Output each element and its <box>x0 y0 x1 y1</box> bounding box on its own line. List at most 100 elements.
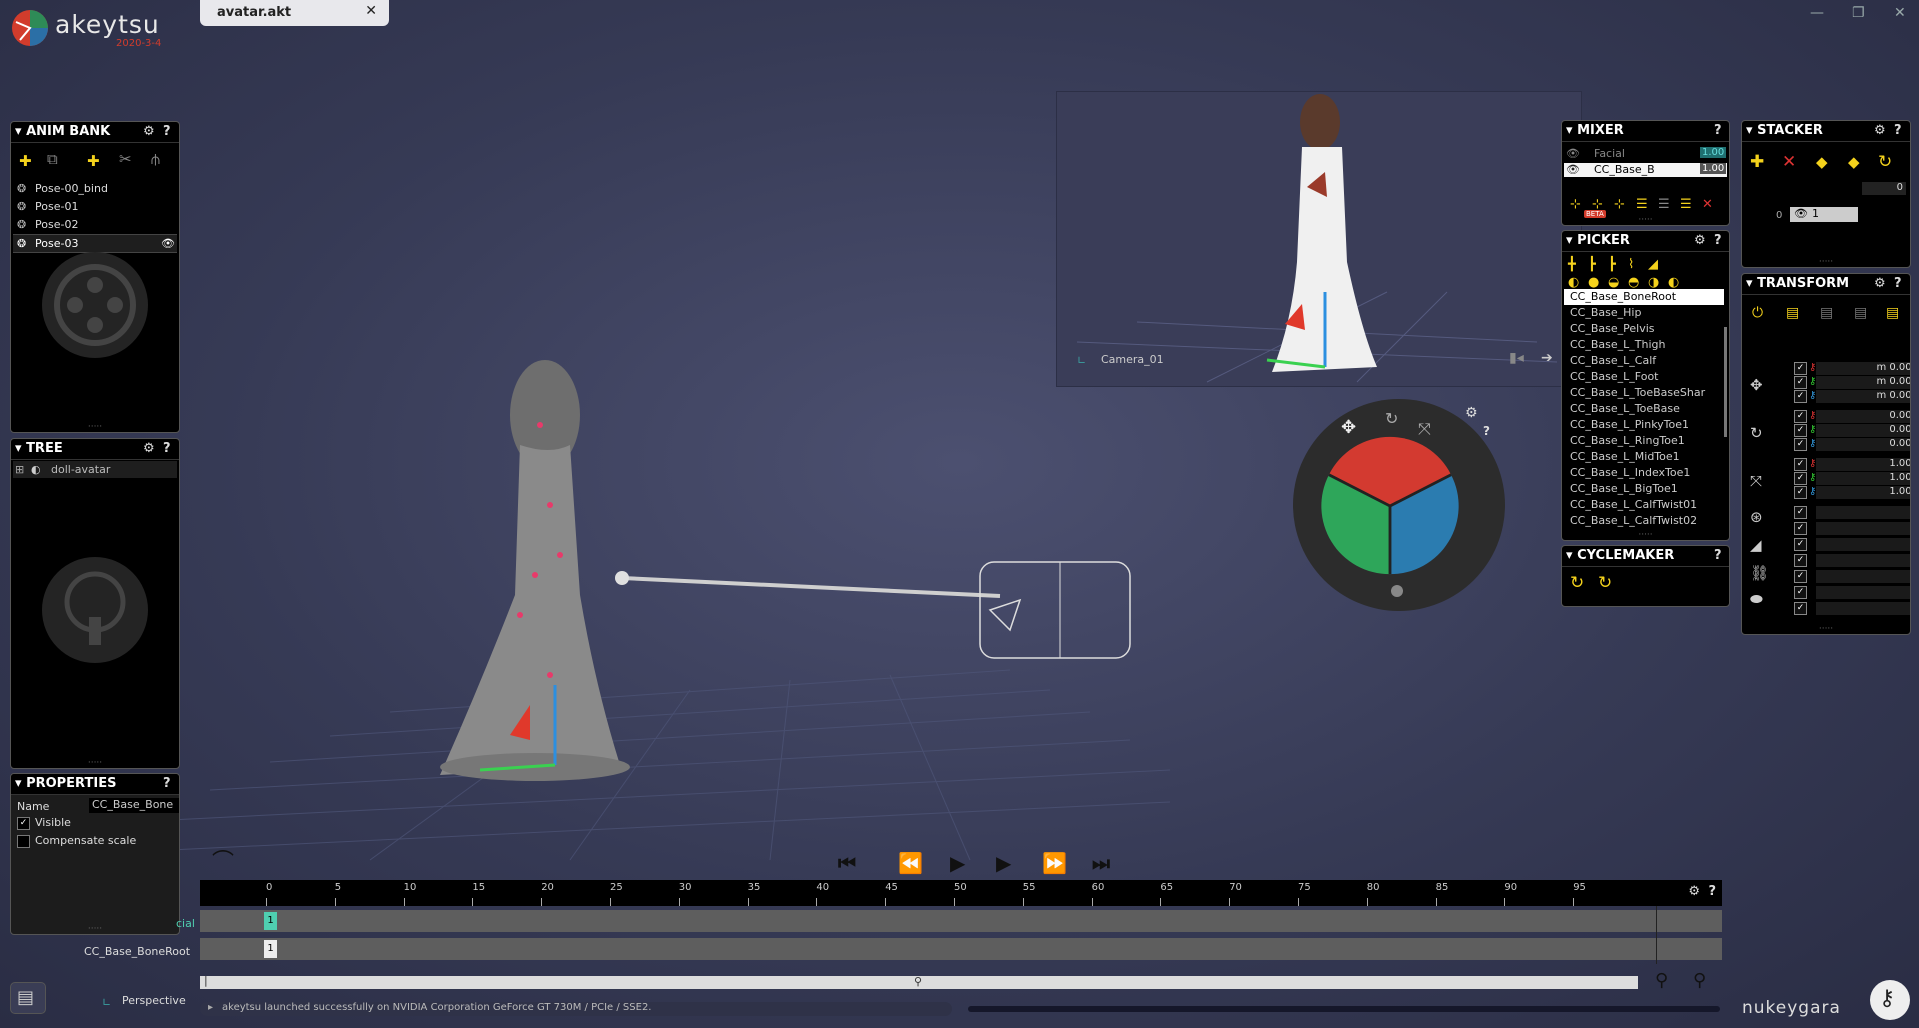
timeline-settings-icon[interactable]: ⚙ <box>1688 884 1700 899</box>
select-foot-icon[interactable]: ◢ <box>1648 257 1658 272</box>
transform-resize-grip[interactable]: ····· <box>1742 625 1910 634</box>
range-end-marker[interactable] <box>1656 906 1657 964</box>
layer-export-icon[interactable]: ☰ <box>1680 197 1692 212</box>
transform-value[interactable] <box>1816 522 1910 535</box>
camera-preview[interactable]: ∟ Camera_01 ▮◂ ➔ <box>1056 91 1582 387</box>
layer-merge-icon[interactable]: ☰ <box>1658 197 1670 212</box>
layout-switch-button[interactable]: ▤ <box>10 982 46 1014</box>
transform-row[interactable]: ✓ m 0.000⚷ <box>1794 376 1910 390</box>
transform-row[interactable]: ✓ <box>1794 506 1910 520</box>
transform-row[interactable]: ✓ 1.000⚷ <box>1794 458 1910 472</box>
quick-search-button[interactable]: ⚷ <box>1870 980 1910 1020</box>
anim-item[interactable]: ❂ Pose-02 <box>13 216 177 233</box>
go-to-end-button[interactable]: ⏭ <box>1092 851 1110 875</box>
transform-row-checkbox[interactable]: ✓ <box>1794 410 1807 423</box>
name-field[interactable]: CC_Base_Bone <box>89 798 179 813</box>
mixer-layer-weight[interactable]: 1.00 <box>1700 147 1727 158</box>
transform-value[interactable]: m 0.000 <box>1816 376 1910 389</box>
tab-close-icon[interactable]: ✕ <box>365 3 377 19</box>
bone-item[interactable]: CC_Base_L_RingToe1 <box>1564 433 1724 449</box>
bone-item[interactable]: CC_Base_L_MidToe1 <box>1564 449 1724 465</box>
transform-row[interactable]: ✓ 1.000⚷ <box>1794 472 1910 486</box>
cycle-run-icon[interactable]: ↻ <box>1598 575 1612 592</box>
duplicate-anim-icon[interactable]: ⧉ <box>47 152 58 167</box>
transform-row-checkbox[interactable]: ✓ <box>1794 586 1807 599</box>
bone-item[interactable]: CC_Base_L_Calf <box>1564 353 1724 369</box>
transform-value[interactable] <box>1816 554 1910 567</box>
character-main[interactable] <box>420 355 640 785</box>
remove-stack-icon[interactable]: ✕ <box>1782 154 1796 171</box>
transform-help-icon[interactable]: ? <box>1894 276 1902 291</box>
transform-row[interactable]: ✓ <box>1794 554 1910 568</box>
timeline-ruler[interactable]: ⚙ ? 0 5 10 15 20 25 30 35 40 45 50 55 60 65 70 75 80 85 90… <box>200 880 1722 906</box>
transform-row-checkbox[interactable]: ✓ <box>1794 362 1807 375</box>
transform-row[interactable]: ✓ <box>1794 602 1910 616</box>
new-folder-icon[interactable]: ✚ <box>87 154 100 169</box>
play-backward-button[interactable]: ▶ <box>950 851 965 875</box>
add-additive-layer-icon[interactable]: ⊹ <box>1614 197 1625 212</box>
transform-row[interactable]: ✓ 0.000⚷ <box>1794 424 1910 438</box>
compensate-scale-checkbox[interactable] <box>17 835 30 848</box>
camera-icon[interactable]: ▮◂ <box>1509 350 1524 366</box>
cycle-idle-icon[interactable]: ↻ <box>1570 575 1584 592</box>
properties-resize-grip[interactable]: ····· <box>11 925 179 934</box>
transform-row[interactable]: ✓ <box>1794 570 1910 584</box>
transform-mirror-icon[interactable]: ▤ <box>1854 306 1867 321</box>
zoom-help-icon[interactable]: ⚲ <box>1693 970 1706 991</box>
transform-row-checkbox[interactable]: ✓ <box>1794 506 1807 519</box>
transform-value[interactable] <box>1816 602 1910 615</box>
stacker-help-icon[interactable]: ? <box>1894 123 1902 138</box>
scroll-handle[interactable]: | <box>204 974 208 987</box>
axis-pie-icon[interactable] <box>1319 435 1461 577</box>
curve-editor-icon[interactable]: ⌒ <box>212 844 234 876</box>
scale-mode-icon[interactable]: ⤧ <box>1418 419 1431 439</box>
scrollbar-zoom-icon[interactable]: ⚲ <box>914 975 922 988</box>
transform-row-checkbox[interactable]: ✓ <box>1794 472 1807 485</box>
timeline-help-icon[interactable]: ? <box>1708 884 1716 899</box>
bone-list-scrollbar[interactable] <box>1724 327 1727 437</box>
add-layer-icon[interactable]: ⊹ <box>1570 197 1581 212</box>
transform-copy-icon[interactable]: ▤ <box>1786 306 1799 321</box>
bone-item[interactable]: CC_Base_L_ToeBase <box>1564 401 1724 417</box>
visibility-eye-icon[interactable]: 👁 <box>1566 163 1580 176</box>
bone-item[interactable]: CC_Base_Hip <box>1564 305 1724 321</box>
delete-layer-icon[interactable]: ✕ <box>1702 197 1713 212</box>
tree-resize-grip[interactable]: ····· <box>11 759 179 768</box>
timeline[interactable]: ⚙ ? 0 5 10 15 20 25 30 35 40 45 50 55 60 65 70 75 80 85 90… <box>200 880 1722 964</box>
properties-help-icon[interactable]: ? <box>163 776 171 791</box>
select-bone-icon[interactable]: ╋ <box>1568 257 1576 272</box>
transform-paste-icon[interactable]: ▤ <box>1820 306 1833 321</box>
transform-row[interactable]: ✓ 0.000⚷ <box>1794 410 1910 424</box>
transform-row[interactable]: ✓ <box>1794 586 1910 600</box>
keyframe[interactable]: 1 <box>264 940 277 958</box>
visibility-eye-icon[interactable]: 👁 <box>161 237 175 250</box>
anim-bank-settings-icon[interactable]: ⚙ <box>143 124 155 139</box>
stacker-resize-grip[interactable]: ····· <box>1742 258 1910 267</box>
transform-row-checkbox[interactable]: ✓ <box>1794 458 1807 471</box>
stack-layer-field[interactable]: 👁 1 <box>1790 207 1858 222</box>
filter-3-icon[interactable]: ◒ <box>1608 275 1619 290</box>
transform-value[interactable] <box>1816 538 1910 551</box>
timeline-scrollbar[interactable]: | ⚲ <box>200 974 1638 989</box>
transform-value[interactable]: 0.000 <box>1816 438 1910 451</box>
picker-settings-icon[interactable]: ⚙ <box>1694 233 1706 248</box>
filter-6-icon[interactable]: ◐ <box>1668 275 1679 290</box>
tree-settings-icon[interactable]: ⚙ <box>143 441 155 456</box>
tree-help-icon[interactable]: ? <box>163 441 171 456</box>
transform-row-checkbox[interactable]: ✓ <box>1794 424 1807 437</box>
transform-row[interactable]: ✓ <box>1794 522 1910 536</box>
anim-item[interactable]: ❂ Pose-01 <box>13 198 177 215</box>
transform-power-icon[interactable]: ⏻ <box>1752 306 1763 321</box>
transform-value[interactable] <box>1816 506 1910 519</box>
bone-item[interactable]: CC_Base_L_Thigh <box>1564 337 1724 353</box>
transform-value[interactable]: m 0.000 <box>1816 390 1910 403</box>
close-window-button[interactable]: ✕ <box>1894 5 1906 21</box>
transform-settings-icon[interactable]: ⚙ <box>1874 276 1886 291</box>
bone-item[interactable]: CC_Base_L_PinkyToe1 <box>1564 417 1724 433</box>
tab-avatar[interactable]: avatar.akt ✕ <box>200 0 389 26</box>
play-button[interactable]: ▶ <box>996 851 1011 875</box>
cut-anim-icon[interactable]: ✂ <box>119 152 132 167</box>
picker-help-icon[interactable]: ? <box>1714 233 1722 248</box>
next-key-button[interactable]: ⏩ <box>1042 851 1067 875</box>
minimize-button[interactable]: — <box>1810 5 1824 21</box>
